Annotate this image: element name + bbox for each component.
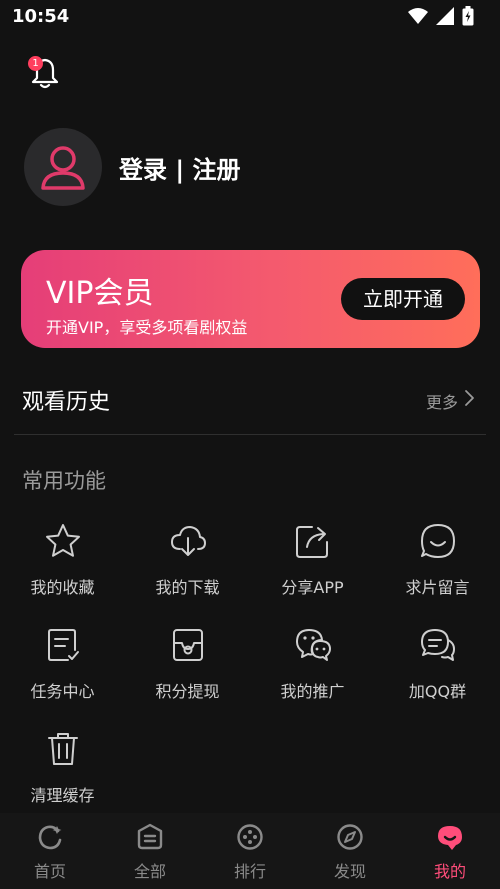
func-points-withdraw[interactable]: 积分提现 — [125, 624, 250, 714]
tab-home[interactable]: 首页 — [0, 813, 100, 889]
func-label: 积分提现 — [155, 682, 220, 701]
signal-icon — [436, 7, 454, 25]
user-icon — [41, 146, 85, 190]
func-task-center[interactable]: 任务中心 — [0, 624, 125, 714]
tab-me[interactable]: 我的 — [400, 813, 500, 889]
tab-rank[interactable]: 排行 — [200, 813, 300, 889]
func-my-promotion[interactable]: 我的推广 — [250, 624, 375, 714]
history-more-link[interactable]: 更多 — [426, 389, 458, 413]
star-icon — [46, 524, 80, 557]
rank-icon — [237, 824, 263, 850]
notification-badge: 1 — [28, 56, 43, 71]
tab-label: 发现 — [333, 862, 366, 881]
home-icon — [38, 825, 62, 850]
tab-discover[interactable]: 发现 — [300, 813, 400, 889]
vip-subtitle: 开通VIP，享受多项看剧权益 — [46, 318, 248, 337]
func-join-qq-group[interactable]: 加QQ群 — [375, 624, 500, 714]
status-bar: 10:54 — [0, 0, 500, 36]
func-label: 我的推广 — [280, 682, 345, 701]
group-chat-icon — [421, 629, 455, 661]
chevron-right-icon[interactable] — [463, 389, 475, 407]
task-doc-icon — [48, 629, 79, 661]
all-icon — [137, 823, 163, 850]
vip-title: VIP会员 — [46, 276, 154, 311]
battery-icon — [462, 6, 474, 26]
func-request-message[interactable]: 求片留言 — [375, 520, 500, 610]
me-icon — [438, 826, 462, 850]
wifi-icon — [408, 8, 428, 24]
tab-all[interactable]: 全部 — [100, 813, 200, 889]
login-register-link[interactable]: 登录 | 注册 — [119, 150, 240, 185]
func-label: 分享APP — [281, 578, 344, 597]
tab-label: 首页 — [33, 862, 66, 881]
func-downloads[interactable]: 我的下载 — [125, 520, 250, 610]
func-clear-cache[interactable]: 清理缓存 — [0, 728, 125, 818]
status-icons — [408, 6, 474, 26]
func-label: 任务中心 — [30, 682, 95, 701]
avatar[interactable] — [24, 128, 102, 206]
wallet-icon — [173, 629, 203, 661]
func-label: 加QQ群 — [408, 682, 467, 701]
vip-open-button[interactable]: 立即开通 — [341, 278, 465, 320]
func-label: 我的下载 — [155, 578, 220, 597]
func-label: 我的收藏 — [30, 578, 95, 597]
compass-icon — [337, 824, 363, 850]
status-time: 10:54 — [12, 6, 70, 27]
history-title: 观看历史 — [22, 390, 111, 415]
tab-label: 全部 — [133, 862, 166, 881]
cloud-download-icon — [171, 526, 206, 556]
bottom-tab-bar: 首页 全部 排行 发现 我的 — [0, 813, 500, 889]
vip-card[interactable]: VIP会员 开通VIP，享受多项看剧权益 立即开通 — [21, 250, 480, 348]
wechat-icon — [296, 629, 331, 661]
func-favorites[interactable]: 我的收藏 — [0, 520, 125, 610]
func-share-app[interactable]: 分享APP — [250, 520, 375, 610]
functions-section-title: 常用功能 — [22, 469, 106, 493]
tab-label: 我的 — [433, 862, 466, 881]
trash-icon — [48, 733, 78, 765]
divider — [14, 434, 486, 435]
func-label: 清理缓存 — [30, 786, 95, 805]
func-label: 求片留言 — [405, 578, 470, 597]
tab-label: 排行 — [233, 862, 266, 881]
chat-bubble-icon — [421, 524, 455, 558]
share-icon — [296, 526, 328, 558]
